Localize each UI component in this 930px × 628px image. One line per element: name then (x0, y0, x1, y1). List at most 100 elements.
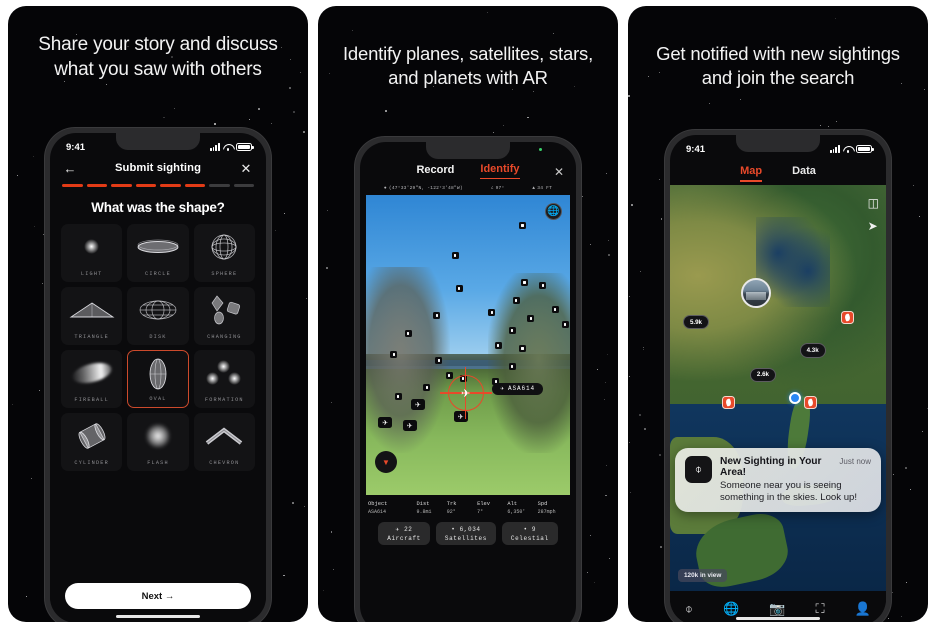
ar-camera-view[interactable]: ✈ ✈ ✈ ✈ ✈ ✈ ASA614 🌐 (366, 195, 570, 495)
satellite-marker[interactable] (445, 372, 453, 379)
satellite-marker[interactable] (455, 285, 463, 292)
close-icon[interactable]: ✕ (554, 165, 564, 179)
close-icon[interactable]: ✕ (238, 160, 254, 176)
ar-stat-elev: Elev 7° (477, 501, 507, 515)
sighting-pin[interactable] (840, 310, 854, 324)
phone-mockup-2: Record Identify ✕ ● (47°33'29"N, -122°3'… (355, 137, 581, 622)
satellite-marker[interactable] (561, 321, 569, 328)
satellite-marker[interactable] (494, 342, 502, 349)
sighting-pin[interactable] (721, 396, 735, 410)
pill-satellites[interactable]: • 6,034 Satellites (435, 522, 496, 545)
stat-header: Dist (416, 501, 430, 507)
satellite-marker[interactable] (451, 252, 459, 259)
shape-option-sphere[interactable]: SPHERE (193, 223, 255, 282)
arrow-left-icon[interactable]: ← (62, 160, 78, 176)
app-logo-icon[interactable]: ⌽ (685, 602, 693, 615)
compass-icon[interactable] (375, 451, 397, 473)
satellite-marker[interactable] (551, 306, 559, 313)
panel-submit-sighting: Share your story and discuss what you sa… (8, 6, 308, 622)
navigate-icon[interactable]: ➤ (868, 220, 879, 232)
satellite-marker[interactable] (512, 297, 520, 304)
push-notification-card[interactable]: ⌽ New Sighting in Your Area! Just now So… (675, 448, 881, 512)
plane-icon: ✈ (460, 387, 471, 400)
satellite-marker[interactable] (508, 327, 516, 334)
shape-option-chevron[interactable]: CHEVRON (193, 412, 255, 471)
cellular-signal-icon (829, 145, 840, 153)
camera-icon[interactable]: 📷 (769, 602, 785, 615)
star-icon: • (523, 525, 528, 533)
pill-count: 9 (531, 525, 537, 533)
status-indicators (209, 143, 254, 151)
pill-count: 22 (404, 525, 413, 533)
profile-icon[interactable]: 👤 (855, 602, 871, 615)
shape-option-light[interactable]: LIGHT (61, 223, 123, 282)
satellite-marker[interactable] (404, 330, 412, 337)
satellite-marker[interactable] (519, 222, 526, 229)
stat-value: ASA614 (368, 509, 387, 515)
scan-icon[interactable]: ⛶ (816, 602, 825, 615)
ar-stat-alt: Alt 6,350' (507, 501, 537, 515)
status-bar-3: 9:41 (670, 135, 886, 159)
cluster-badge[interactable]: 5.9k (682, 314, 709, 330)
pill-count: 6,034 (459, 525, 481, 533)
satellite-marker[interactable] (390, 351, 398, 358)
shape-option-changing[interactable]: CHANGING (193, 286, 255, 345)
phone-screen-2: Record Identify ✕ ● (47°33'29"N, -122°3'… (360, 142, 576, 622)
shape-option-cylinder[interactable]: CYLINDER (61, 412, 123, 471)
cluster-badge[interactable]: 4.3k (799, 343, 826, 358)
aircraft-marker[interactable]: ✈ (378, 417, 393, 428)
satellite-marker[interactable] (433, 312, 441, 319)
satellite-marker[interactable] (521, 279, 529, 286)
satellite-marker[interactable] (423, 384, 431, 391)
satellite-marker[interactable] (435, 357, 443, 364)
shape-option-disk[interactable]: DISK (127, 286, 189, 345)
satellite-marker[interactable] (394, 393, 402, 400)
tab-data[interactable]: Data (792, 165, 816, 182)
aircraft-marker[interactable]: ✈ (402, 420, 417, 431)
next-button[interactable]: Next → (65, 583, 251, 609)
cluster-badge[interactable]: 2.6k (749, 367, 776, 382)
map-view[interactable]: ◫ ➤ 5.9k 2.6k 4.3k 120k in view (670, 185, 886, 591)
globe-icon[interactable]: 🌐 (723, 602, 739, 615)
stat-header: Trk (446, 501, 457, 507)
shape-option-flash[interactable]: FLASH (127, 412, 189, 471)
shape-option-triangle[interactable]: TRIANGLE (61, 286, 123, 345)
shape-label: CHEVRON (209, 459, 240, 466)
shape-option-formation[interactable]: FORMATION (193, 349, 255, 408)
notification-text: Someone near you is seeing something in … (720, 480, 858, 503)
satellite-marker[interactable] (527, 315, 535, 322)
recording-indicator-dot (539, 148, 542, 151)
disk-icon (127, 292, 188, 328)
tab-record[interactable]: Record (416, 164, 454, 179)
ar-stat-object: Object ASA614 (368, 501, 416, 515)
shape-option-fireball[interactable]: FIREBALL (61, 349, 123, 408)
aircraft-label[interactable]: ✈ ASA614 (492, 382, 543, 395)
satellite-icon: • (451, 525, 456, 533)
sighting-pin[interactable] (803, 396, 817, 410)
progress-bar (50, 182, 266, 187)
tab-identify[interactable]: Identify (480, 163, 520, 179)
shape-option-oval[interactable]: OVAL (127, 349, 189, 408)
tab-map[interactable]: Map (740, 165, 763, 182)
cellular-signal-icon (209, 143, 220, 151)
changing-icon (194, 292, 255, 328)
notch-2 (426, 142, 510, 159)
shape-label: FIREBALL (74, 396, 109, 403)
satellite-marker[interactable] (488, 309, 496, 316)
stat-header: Spd (537, 501, 548, 507)
satellite-marker[interactable] (519, 345, 526, 352)
in-view-count-label: 120k in view (678, 569, 728, 582)
pill-celestial[interactable]: • 9 Celestial (501, 522, 558, 545)
globe-icon[interactable]: 🌐 (545, 203, 562, 220)
satellite-marker[interactable] (539, 282, 547, 289)
angle-icon: ∠ (490, 186, 494, 191)
screenshot-stage: Share your story and discuss what you sa… (0, 0, 930, 628)
shape-option-circle[interactable]: CIRCLE (127, 223, 189, 282)
layers-icon[interactable]: ◫ (868, 197, 879, 209)
next-button-container: Next → (50, 571, 266, 609)
aircraft-marker[interactable]: ✈ (410, 399, 425, 410)
ar-info-heading-value: 97° (495, 186, 505, 191)
map-controls: ◫ ➤ (868, 197, 879, 232)
pill-aircraft[interactable]: ✈ 22 Aircraft (378, 522, 430, 545)
satellite-marker[interactable] (508, 363, 516, 370)
